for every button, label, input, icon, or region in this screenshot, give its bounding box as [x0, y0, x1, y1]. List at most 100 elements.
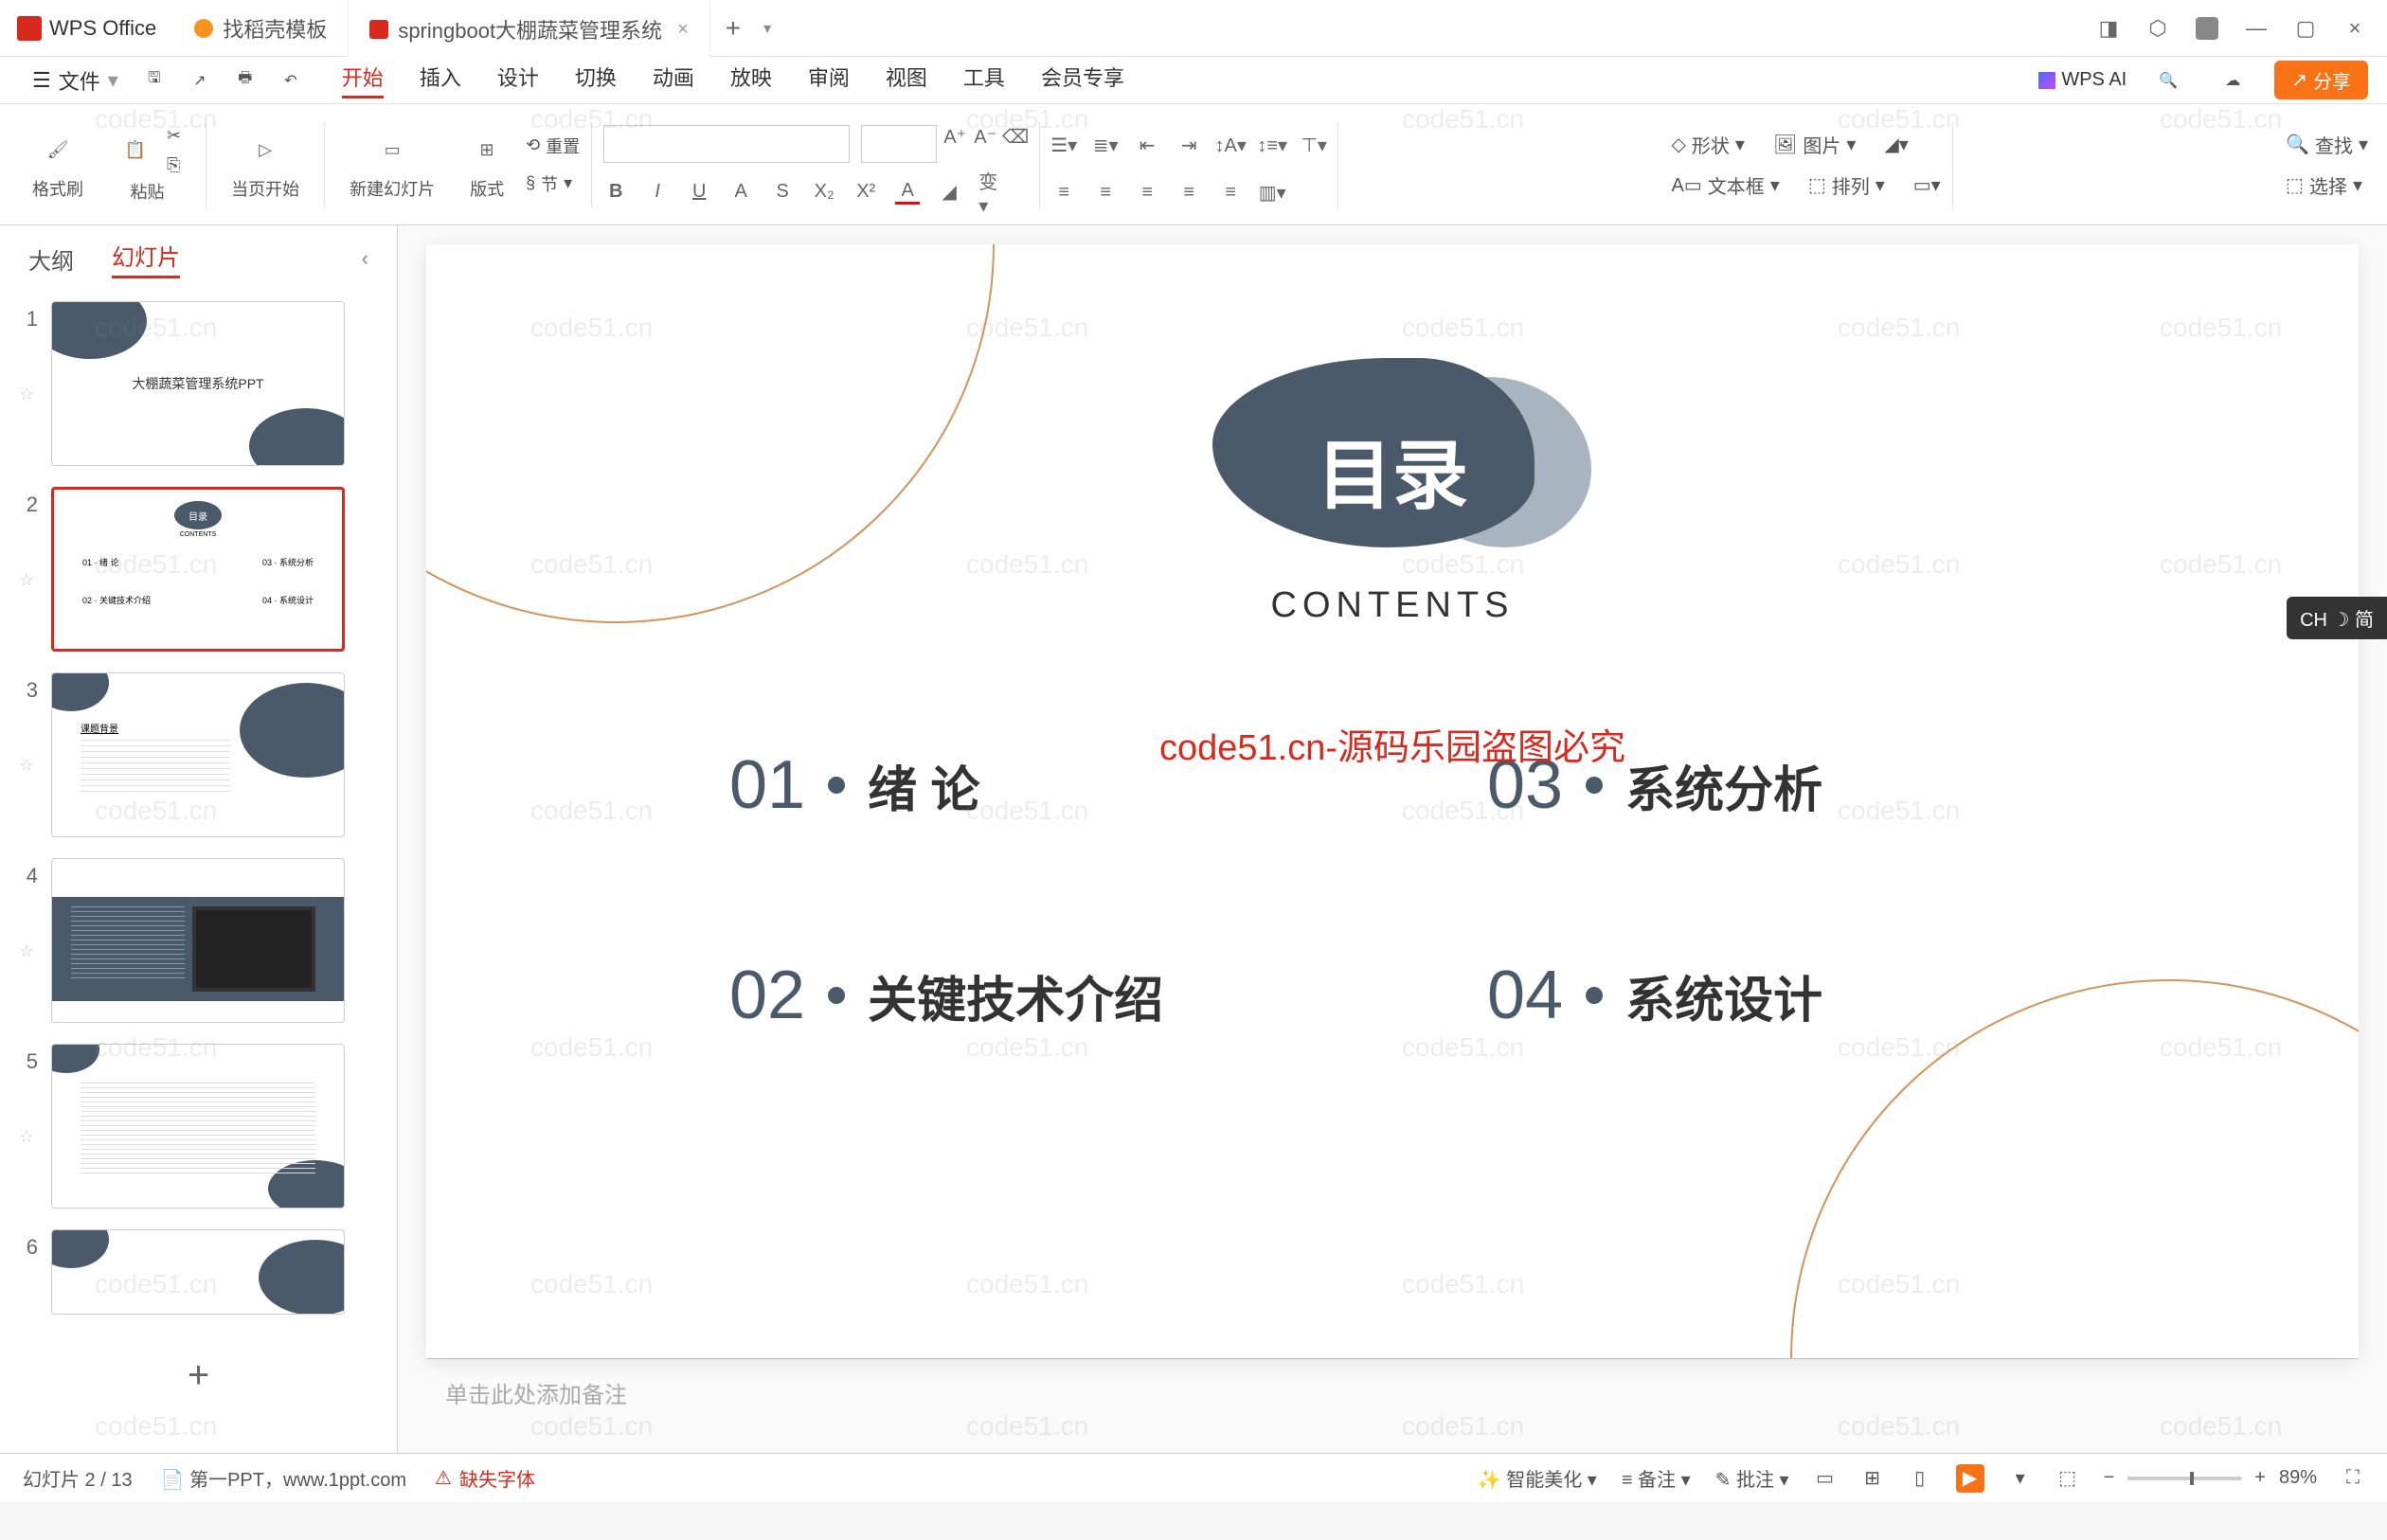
menu-transition[interactable]: 切换: [575, 62, 617, 98]
collapse-icon[interactable]: ‹: [362, 246, 368, 271]
underline-button[interactable]: U: [687, 180, 711, 205]
star-icon[interactable]: ☆: [19, 894, 38, 961]
shape-button[interactable]: ◇形状▾: [1672, 131, 1745, 158]
strike-button[interactable]: S: [770, 180, 795, 205]
tab-templates[interactable]: 找稻壳模板: [173, 0, 349, 57]
undo-icon[interactable]: ↶: [278, 67, 304, 94]
reset-button[interactable]: ⟲重置: [526, 134, 580, 158]
cloud-icon[interactable]: ☁: [2219, 67, 2246, 94]
menu-view[interactable]: 视图: [886, 62, 927, 98]
close-icon[interactable]: ×: [677, 19, 689, 41]
print-icon[interactable]: 🖶: [232, 67, 259, 94]
zoom-out-button[interactable]: −: [2104, 1467, 2115, 1489]
beautify-button[interactable]: ✨ 智能美化 ▾: [1478, 1464, 1597, 1492]
star-icon[interactable]: ☆: [19, 523, 38, 590]
menu-insert[interactable]: 插入: [420, 62, 461, 98]
notes-pane[interactable]: 单击此处添加备注: [426, 1358, 2359, 1434]
thumbnail-5[interactable]: [51, 1044, 345, 1209]
template-source[interactable]: 📄 第一PPT，www.1ppt.com: [161, 1464, 406, 1492]
zoom-in-button[interactable]: +: [2254, 1467, 2266, 1489]
columns-icon[interactable]: ▥▾: [1260, 181, 1284, 206]
search-icon[interactable]: 🔍: [2155, 67, 2181, 94]
add-slide-button[interactable]: +: [19, 1335, 378, 1416]
line-spacing-icon[interactable]: ↕≡▾: [1260, 134, 1284, 158]
indent-right-icon[interactable]: ⇥: [1176, 134, 1201, 158]
section-button[interactable]: §节▾: [526, 171, 580, 196]
app-logo[interactable]: WPS Office: [0, 16, 173, 41]
share-button[interactable]: ↗ 分享: [2274, 61, 2368, 99]
layout-group[interactable]: ⊞ 版式: [452, 129, 522, 201]
align-right-icon[interactable]: ≡: [1135, 181, 1159, 206]
settings-icon[interactable]: ⬚: [2056, 1467, 2079, 1490]
menu-home[interactable]: 开始: [342, 62, 384, 98]
panel-icon[interactable]: ◨: [2097, 17, 2120, 40]
menu-review[interactable]: 审阅: [808, 62, 850, 98]
close-window-icon[interactable]: ×: [2343, 17, 2366, 40]
new-slide-group[interactable]: ▭ 新建幻灯片: [336, 129, 448, 201]
distribute-icon[interactable]: ≡: [1218, 181, 1243, 206]
find-button[interactable]: 🔍查找▾: [2286, 131, 2368, 158]
menu-tools[interactable]: 工具: [963, 62, 1005, 98]
thumbnail-3[interactable]: 课题背景: [51, 672, 345, 837]
normal-view-icon[interactable]: ▭: [1814, 1467, 1837, 1490]
outline-icon[interactable]: ▭▾: [1913, 173, 1941, 197]
copy-icon[interactable]: ⎘: [167, 155, 181, 175]
slideshow-button[interactable]: ▶: [1956, 1464, 1984, 1493]
format-painter-group[interactable]: 🖌 格式刷: [19, 129, 97, 201]
fill-color-button[interactable]: ◢: [937, 180, 961, 205]
arrange-button[interactable]: ⬚排列▾: [1808, 171, 1885, 199]
align-left-icon[interactable]: ≡: [1051, 181, 1076, 206]
review-toggle[interactable]: ✎ 批注 ▾: [1715, 1464, 1789, 1492]
ime-indicator[interactable]: CH ☽ 简: [2287, 597, 2387, 639]
number-list-icon[interactable]: ≣▾: [1093, 134, 1118, 158]
arrow-icon[interactable]: ↗: [187, 67, 213, 94]
phonetic-button[interactable]: 变▾: [978, 180, 1003, 205]
menu-member[interactable]: 会员专享: [1041, 62, 1124, 98]
zoom-level[interactable]: 89%: [2279, 1467, 2317, 1489]
menu-animation[interactable]: 动画: [653, 62, 694, 98]
justify-icon[interactable]: ≡: [1176, 181, 1201, 206]
paste-group[interactable]: 📋 ✂ ⎘ 粘贴: [100, 126, 194, 204]
zoom-slider[interactable]: [2127, 1477, 2241, 1480]
image-button[interactable]: 🖼图片▾: [1773, 131, 1856, 158]
decrease-font-icon[interactable]: A⁻: [973, 125, 997, 150]
italic-button[interactable]: I: [645, 180, 670, 205]
textbox-button[interactable]: A▭文本框▾: [1672, 171, 1780, 199]
subscript-button[interactable]: X₂: [812, 180, 836, 205]
thumbnail-2[interactable]: 目录 CONTENTS 01 · 绪 论 03 · 系统分析 02 · 关键技术…: [51, 487, 345, 652]
slideshow-menu-icon[interactable]: ▾: [2009, 1467, 2032, 1490]
tab-document[interactable]: springboot大棚蔬菜管理系统 ×: [349, 0, 709, 57]
increase-font-icon[interactable]: A⁺: [942, 125, 967, 150]
thumbnail-6[interactable]: [51, 1229, 345, 1315]
wps-ai-button[interactable]: WPS AI: [2038, 69, 2127, 91]
menu-design[interactable]: 设计: [497, 62, 539, 98]
bullet-list-icon[interactable]: ☰▾: [1051, 134, 1076, 158]
maximize-icon[interactable]: ▢: [2294, 17, 2317, 40]
align-center-icon[interactable]: ≡: [1093, 181, 1118, 206]
slides-tab[interactable]: 幻灯片: [112, 239, 180, 278]
sorter-view-icon[interactable]: ⊞: [1861, 1467, 1884, 1490]
missing-font-warning[interactable]: ⚠ 缺失字体: [435, 1464, 535, 1492]
start-from-group[interactable]: ▷ 当页开始: [218, 129, 313, 201]
current-slide[interactable]: 目录 CONTENTS code51.cn-源码乐园盗图必究 01 绪 论 03…: [426, 244, 2359, 1358]
align-top-icon[interactable]: ⊤▾: [1301, 134, 1326, 158]
bold-button[interactable]: B: [603, 180, 628, 205]
select-button[interactable]: ⬚选择▾: [2286, 171, 2368, 199]
font-select[interactable]: [603, 125, 850, 163]
outline-tab[interactable]: 大纲: [28, 242, 74, 276]
clear-format-icon[interactable]: ⌫: [1003, 125, 1028, 150]
avatar-icon[interactable]: [2196, 17, 2218, 40]
star-icon[interactable]: ☆: [19, 337, 38, 404]
save-icon[interactable]: 🖫: [141, 67, 168, 94]
size-select[interactable]: [861, 125, 937, 163]
cut-icon[interactable]: ✂: [167, 126, 181, 146]
thumbnail-1[interactable]: 大棚蔬菜管理系统PPT: [51, 301, 345, 466]
font-color-button[interactable]: A: [895, 180, 920, 205]
file-button[interactable]: ☰ 文件 ▾: [19, 60, 132, 101]
style-icon[interactable]: ◢▾: [1884, 133, 1908, 156]
tab-menu-icon[interactable]: ▾: [763, 19, 771, 38]
new-tab-button[interactable]: +: [710, 13, 756, 44]
thumbnail-4[interactable]: [51, 858, 345, 1023]
menu-slideshow[interactable]: 放映: [730, 62, 772, 98]
notes-toggle[interactable]: ≡ 备注 ▾: [1622, 1464, 1691, 1492]
